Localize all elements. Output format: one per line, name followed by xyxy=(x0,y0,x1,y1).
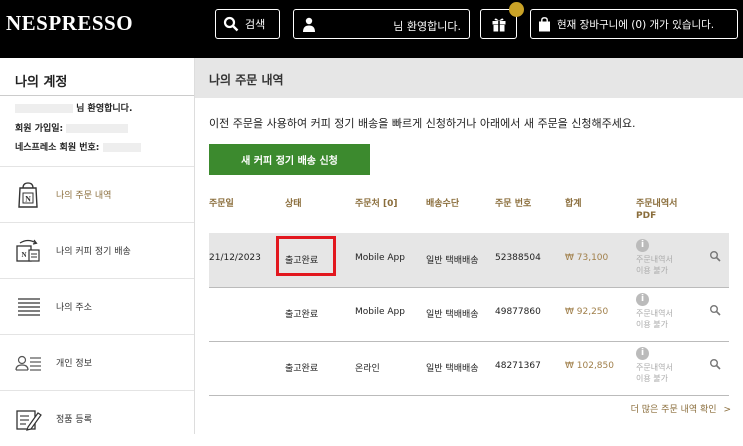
pdf-label: 주문내역서 xyxy=(636,255,673,264)
pdf-label: 주문내역서 xyxy=(636,309,673,318)
redacted-name xyxy=(15,104,73,113)
column-header-total: 합계 xyxy=(565,199,582,209)
sidebar-item-address[interactable]: 나의 주소 xyxy=(0,278,194,334)
pdf-status: 이용 불가 xyxy=(636,266,668,275)
sidebar-item-label: 개인 정보 xyxy=(56,359,92,369)
pdf-unavailable: i 주문내역서 이용 불가 xyxy=(636,293,692,330)
member-since: 회원 가입일: xyxy=(15,121,129,134)
order-status: 출고완료 xyxy=(285,364,319,374)
new-subscription-button[interactable]: 새 커피 정기 배송 신청 xyxy=(209,144,370,175)
order-shipping: 일반 택배배송 xyxy=(426,256,479,266)
order-channel: Mobile App xyxy=(355,307,405,317)
sidebar-item-subscription[interactable]: N 나의 커피 정기 배송 xyxy=(0,222,194,278)
info-icon: i xyxy=(636,239,649,252)
sidebar-item-product-register[interactable]: 정품 등록 xyxy=(0,390,194,446)
column-header-shipping: 배송수단 xyxy=(426,199,460,209)
subscription-icon: N xyxy=(16,239,40,262)
sidebar-item-orders[interactable]: N 나의 주문 내역 xyxy=(0,166,194,222)
column-header-status: 상태 xyxy=(285,199,302,209)
redacted-number xyxy=(102,143,141,152)
table-row[interactable]: 출고완료 Mobile App 일반 택배배송 49877860 ₩ 92,25… xyxy=(209,287,729,341)
member-since-label: 회원 가입일: xyxy=(15,124,64,134)
personal-info-icon xyxy=(15,355,41,371)
pdf-unavailable: i 주문내역서 이용 불가 xyxy=(636,239,692,276)
order-channel: Mobile App xyxy=(355,253,405,263)
redacted-date xyxy=(66,124,129,133)
divider xyxy=(209,395,729,396)
shopping-bag-icon xyxy=(539,16,550,31)
gift-icon xyxy=(492,18,505,32)
order-total: ₩ 73,100 xyxy=(565,253,609,263)
pdf-status: 이용 불가 xyxy=(636,320,668,329)
order-number: 52388504 xyxy=(495,253,541,263)
sidebar-title: 나의 계정 xyxy=(15,75,68,90)
user-icon xyxy=(303,17,315,32)
account-button[interactable]: 님 환영합니다. xyxy=(293,9,470,39)
order-total: ₩ 102,850 xyxy=(565,361,614,371)
intro-text: 이전 주문을 사용하여 커피 정기 배송을 빠르게 신청하거나 아래에서 새 주… xyxy=(209,117,636,130)
gift-button[interactable] xyxy=(480,2,524,39)
more-orders-link[interactable]: 더 많은 주문 내역 확인 > xyxy=(631,402,731,415)
table-row[interactable]: 출고완료 온라인 일반 택배배송 48271367 ₩ 102,850 i 주문… xyxy=(209,341,729,395)
sidebar-item-label: 나의 주소 xyxy=(56,303,92,313)
notification-dot xyxy=(509,2,524,17)
order-status: 출고완료 xyxy=(285,310,319,320)
search-label: 검색 xyxy=(245,18,266,31)
column-header-date: 주문일 xyxy=(209,199,234,209)
order-shipping: 일반 택배배송 xyxy=(426,310,479,320)
coffee-bag-icon: N xyxy=(18,182,38,208)
more-orders-label: 더 많은 주문 내역 확인 xyxy=(630,405,717,415)
sidebar-item-label: 정품 등록 xyxy=(56,415,92,425)
product-register-icon xyxy=(16,410,42,431)
magnifier-icon[interactable] xyxy=(709,358,721,370)
top-navigation-bar: NESPRESSO 검색 님 환영합니다. 현재 장바구니에 (0) 개가 있습… xyxy=(0,0,743,58)
sidebar-greeting: 님 환영합니다. xyxy=(76,104,133,114)
svg-text:N: N xyxy=(21,251,26,259)
search-button[interactable]: 검색 xyxy=(215,9,280,39)
info-icon: i xyxy=(636,347,649,360)
order-shipping: 일반 택배배송 xyxy=(426,364,479,374)
sidebar-item-label: 나의 커피 정기 배송 xyxy=(56,247,131,257)
column-header-pdf-sub: PDF xyxy=(636,211,657,221)
magnifier-icon[interactable] xyxy=(709,304,721,316)
magnifier-icon[interactable] xyxy=(709,250,721,262)
address-list-icon xyxy=(18,298,40,316)
sidebar-item-personal-info[interactable]: 개인 정보 xyxy=(0,334,194,390)
order-number: 48271367 xyxy=(495,361,541,371)
greeting-line: 님 환영합니다. xyxy=(15,101,132,114)
member-number: 네스프레소 회원 번호: xyxy=(15,140,141,153)
order-history-panel: 나의 주문 내역 이전 주문을 사용하여 커피 정기 배송을 빠르게 신청하거나… xyxy=(195,58,743,434)
pdf-status: 이용 불가 xyxy=(636,374,668,383)
section-header: 나의 주문 내역 xyxy=(195,58,743,98)
info-icon: i xyxy=(636,293,649,306)
order-date: 21/12/2023 xyxy=(209,253,261,263)
chevron-right-icon: > xyxy=(723,405,731,415)
page-title: 나의 주문 내역 xyxy=(209,73,284,87)
divider xyxy=(0,95,194,96)
pdf-label: 주문내역서 xyxy=(636,363,673,372)
user-greeting: 님 환영합니다. xyxy=(393,20,461,33)
order-number: 49877860 xyxy=(495,307,541,317)
cart-status: 현재 장바구니에 (0) 개가 있습니다. xyxy=(557,18,715,31)
status-highlight-box xyxy=(276,236,336,276)
sidebar-item-label: 나의 주문 내역 xyxy=(56,191,112,201)
column-header-order-no: 주문 번호 xyxy=(495,199,532,209)
nespresso-logo[interactable]: NESPRESSO xyxy=(6,11,133,36)
cart-button[interactable]: 현재 장바구니에 (0) 개가 있습니다. xyxy=(530,9,738,39)
column-header-channel: 주문처 [0] xyxy=(355,199,398,209)
member-no-label: 네스프레소 회원 번호: xyxy=(15,143,100,153)
column-header-pdf: 주문내역서 xyxy=(636,199,678,209)
pdf-unavailable: i 주문내역서 이용 불가 xyxy=(636,347,692,384)
order-total: ₩ 92,250 xyxy=(565,307,609,317)
account-sidebar: 나의 계정 님 환영합니다. 회원 가입일: 네스프레소 회원 번호: N 나의… xyxy=(0,58,195,434)
svg-text:N: N xyxy=(25,195,31,204)
order-channel: 온라인 xyxy=(355,364,380,374)
search-icon xyxy=(223,16,239,32)
